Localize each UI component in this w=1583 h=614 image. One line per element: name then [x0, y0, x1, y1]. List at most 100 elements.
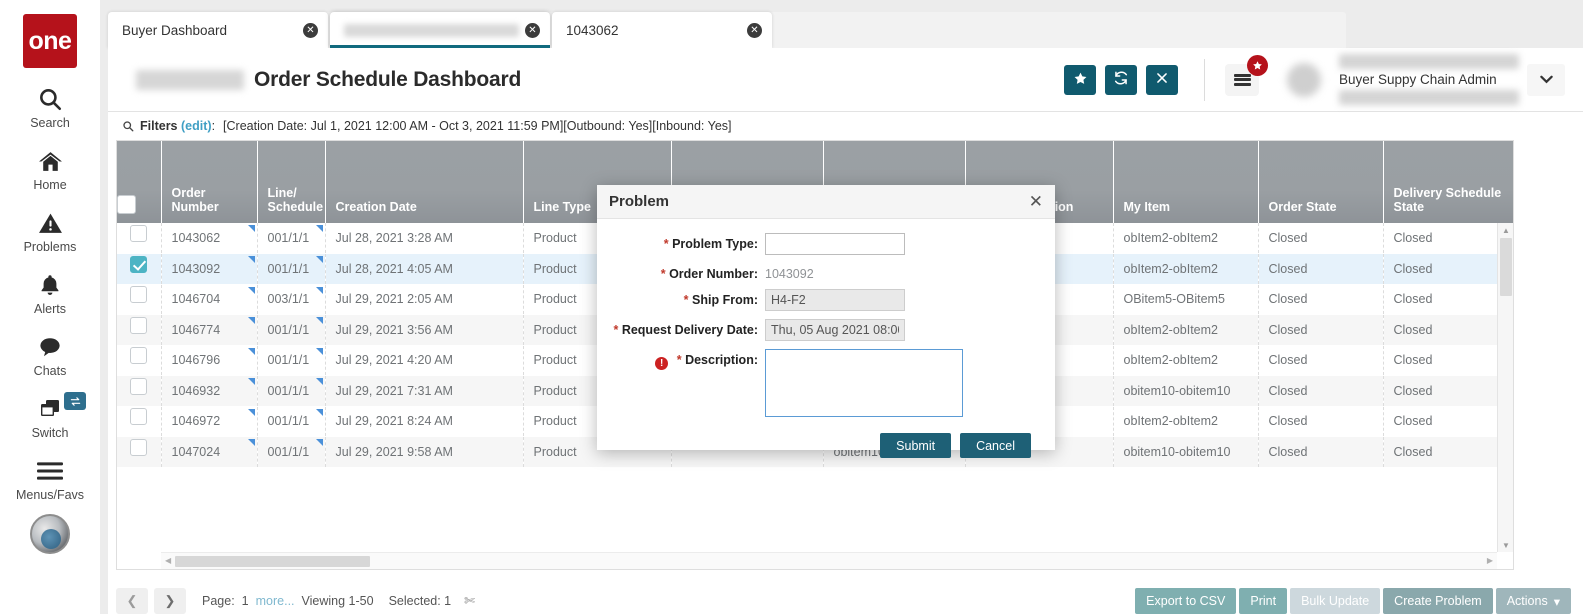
vertical-scroll-thumb[interactable]	[1500, 238, 1512, 296]
order-number-cell[interactable]: 1046972	[161, 406, 258, 437]
more-pages-link[interactable]: more...	[256, 594, 295, 608]
filters-edit-link[interactable]: (edit)	[181, 119, 212, 133]
horizontal-scroll-thumb[interactable]	[175, 556, 370, 567]
problem-type-input[interactable]	[765, 233, 905, 255]
row-select-cell[interactable]	[117, 406, 162, 437]
creation-date-cell: Jul 29, 2021 2:05 AM	[325, 284, 524, 315]
user-menu-dropdown[interactable]	[1527, 63, 1565, 96]
refresh-button[interactable]	[1105, 64, 1137, 95]
avatar[interactable]	[30, 514, 70, 554]
row-select-cell[interactable]	[117, 314, 162, 345]
header-line-schedule[interactable]: Line/ Schedule	[257, 141, 326, 223]
sidebar-item-search[interactable]: Search	[0, 84, 100, 130]
order-state-cell: Closed	[1258, 345, 1384, 376]
swap-arrows-icon[interactable]	[64, 392, 86, 410]
order-number-cell[interactable]: 1046774	[161, 314, 258, 345]
header-order-state[interactable]: Order State	[1258, 141, 1384, 223]
row-select-cell[interactable]	[117, 284, 162, 315]
cell-note-flag-icon	[247, 225, 255, 232]
user-avatar[interactable]	[1287, 62, 1321, 97]
tab-active-redacted[interactable]: ✕	[330, 12, 550, 48]
close-button[interactable]	[1146, 64, 1178, 95]
header-select-all[interactable]	[117, 141, 162, 223]
tab-label: 1043062	[566, 22, 619, 38]
row-select-cell[interactable]	[117, 436, 162, 467]
scroll-right-icon[interactable]: ▶	[1487, 556, 1493, 565]
row-select-cell[interactable]	[117, 223, 162, 254]
table-vertical-scrollbar[interactable]: ▲ ▼	[1497, 223, 1513, 552]
print-button[interactable]: Print	[1239, 588, 1288, 614]
row-checkbox[interactable]	[130, 408, 148, 426]
sidebar-label-problems: Problems	[23, 240, 77, 254]
row-checkbox[interactable]	[130, 316, 148, 334]
order-number-cell[interactable]: 1046704	[161, 284, 258, 315]
next-page-button[interactable]: ❯	[154, 588, 186, 614]
my-item-cell: obItem2-obItem2	[1113, 223, 1259, 254]
scroll-up-icon[interactable]: ▲	[1498, 223, 1513, 237]
brand-logo[interactable]: one	[23, 14, 77, 68]
order-number-cell[interactable]: 1043092	[161, 253, 258, 284]
cell-note-flag-icon	[247, 256, 255, 263]
row-checkbox[interactable]	[130, 438, 148, 456]
row-checkbox[interactable]	[130, 347, 148, 365]
row-checkbox[interactable]	[130, 255, 148, 273]
create-problem-button[interactable]: Create Problem	[1383, 588, 1493, 614]
page-header: Order Schedule Dashboard Buyer Suppy Cha…	[108, 48, 1583, 112]
tab-1043062[interactable]: 1043062 ✕	[552, 12, 772, 48]
required-asterisk: *	[676, 353, 682, 367]
line-schedule-cell: 001/1/1	[257, 314, 326, 345]
previous-page-button[interactable]: ❮	[116, 588, 148, 614]
order-number-cell[interactable]: 1043062	[161, 223, 258, 254]
header-order-number[interactable]: Order Number	[161, 141, 258, 223]
refresh-icon	[1113, 70, 1129, 89]
select-all-checkbox[interactable]	[117, 195, 136, 214]
sidebar-item-switch[interactable]: Switch	[0, 392, 100, 440]
description-textarea[interactable]	[765, 349, 963, 417]
order-number-cell[interactable]: 1047024	[161, 436, 258, 467]
tab-close-icon[interactable]: ✕	[525, 22, 540, 38]
scroll-left-icon[interactable]: ◀	[165, 556, 171, 565]
actions-dropdown-button[interactable]: Actions ▾	[1495, 588, 1571, 614]
order-number-cell[interactable]: 1046932	[161, 375, 258, 406]
sidebar-item-chats[interactable]: Chats	[0, 332, 100, 378]
cancel-button[interactable]: Cancel	[960, 433, 1031, 458]
favorite-button[interactable]	[1064, 64, 1096, 95]
row-checkbox[interactable]	[130, 286, 148, 304]
row-checkbox[interactable]	[130, 225, 148, 242]
export-to-csv-button[interactable]: Export to CSV	[1135, 588, 1237, 614]
row-select-cell[interactable]	[117, 253, 162, 284]
row-checkbox[interactable]	[130, 377, 148, 395]
bulk-update-button[interactable]: Bulk Update	[1290, 588, 1381, 614]
tab-strip: Buyer Dashboard ✕ ✕ 1043062 ✕	[108, 12, 1346, 48]
row-select-cell[interactable]	[117, 375, 162, 406]
delivery-schedule-state-cell: Closed	[1383, 253, 1513, 284]
cell-note-flag-icon	[315, 439, 323, 446]
hamburger-icon	[1233, 73, 1251, 77]
submit-button[interactable]: Submit	[880, 433, 952, 458]
tab-close-icon[interactable]: ✕	[303, 22, 318, 38]
sidebar-item-home[interactable]: Home	[0, 146, 100, 192]
delivery-schedule-state-cell: Closed	[1383, 375, 1513, 406]
menus-favs-button[interactable]	[1225, 54, 1268, 96]
clear-selection-icon[interactable]: ✄	[464, 593, 475, 609]
line-schedule-cell: 001/1/1	[257, 375, 326, 406]
ship-from-input[interactable]	[765, 289, 905, 311]
close-icon[interactable]: ✕	[1029, 193, 1043, 210]
sidebar-item-menus-favs[interactable]: Menus/Favs	[0, 456, 100, 502]
sidebar-item-problems[interactable]: Problems	[0, 208, 100, 254]
order-state-cell: Closed	[1258, 314, 1384, 345]
order-number-cell[interactable]: 1046796	[161, 345, 258, 376]
tab-close-icon[interactable]: ✕	[747, 22, 762, 38]
favorites-badge-star-icon	[1247, 54, 1268, 76]
header-creation-date[interactable]: Creation Date	[325, 141, 524, 223]
sidebar-item-alerts[interactable]: Alerts	[0, 270, 100, 316]
header-my-item[interactable]: My Item	[1113, 141, 1259, 223]
sidebar-label-search: Search	[30, 116, 70, 130]
delivery-schedule-state-cell: Closed	[1383, 223, 1513, 254]
header-delivery-schedule-state[interactable]: Delivery Schedule State	[1383, 141, 1513, 223]
row-select-cell[interactable]	[117, 345, 162, 376]
tab-buyer-dashboard[interactable]: Buyer Dashboard ✕	[108, 12, 328, 48]
request-delivery-date-input[interactable]	[765, 319, 905, 341]
table-horizontal-scrollbar[interactable]: ◀ ▶	[161, 552, 1497, 569]
scroll-down-icon[interactable]: ▼	[1498, 538, 1513, 552]
